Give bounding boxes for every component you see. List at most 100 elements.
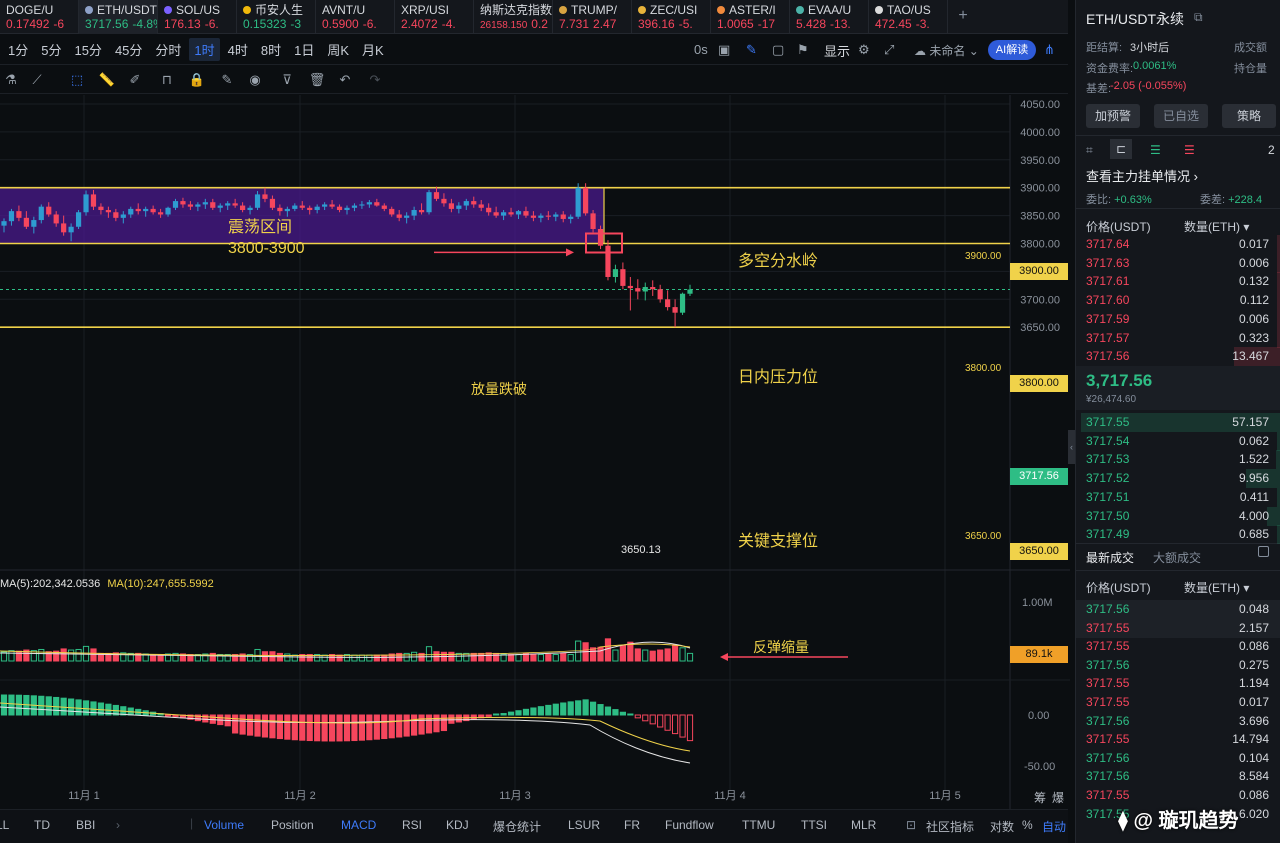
- indicator-kdj[interactable]: KDJ: [446, 818, 469, 832]
- brush-icon[interactable]: ✐: [126, 71, 144, 89]
- price-chart[interactable]: 4050.00 4000.00 3950.00 3900.00 3850.00 3800.…: [0, 95, 1070, 809]
- cursor-tool-icon[interactable]: ⬚: [68, 71, 86, 89]
- alert-button[interactable]: 加预警: [1086, 104, 1140, 128]
- trades-qty-header[interactable]: 数量(ETH) ▾: [1184, 579, 1249, 596]
- orderbook-row[interactable]: 3717.53 1.522: [1076, 450, 1280, 470]
- interval-10[interactable]: 月K: [357, 38, 389, 61]
- ruler-icon[interactable]: 📏: [98, 71, 116, 89]
- indicator-icon[interactable]: ⚗: [2, 71, 20, 89]
- ticker-tab[interactable]: ETH/USDT永续3717.56-4.8%: [79, 0, 158, 34]
- tab-big-trades[interactable]: 大额成交: [1153, 549, 1201, 566]
- interval-4[interactable]: 分时: [150, 38, 186, 61]
- ai-button[interactable]: AI解读: [988, 40, 1036, 60]
- indicator-rsi[interactable]: RSI: [402, 818, 422, 832]
- redo-icon[interactable]: ↷: [366, 71, 384, 89]
- indicator-macd[interactable]: MACD: [341, 818, 376, 832]
- ticker-tab[interactable]: 币安人生 0.15323 -3: [237, 0, 316, 34]
- indicator-percent[interactable]: %: [1022, 818, 1033, 832]
- filter-icon[interactable]: ⊽: [278, 71, 296, 89]
- ticker-tab[interactable]: TAO/US 472.45 -3.: [869, 0, 948, 34]
- orderbook-row[interactable]: 3717.61 0.132: [1076, 272, 1280, 292]
- indicator-fundflow[interactable]: Fundflow: [665, 818, 714, 832]
- interval-7[interactable]: 8时: [256, 38, 286, 61]
- ticker-tab[interactable]: 纳斯达克指数 26158.150 0.2: [474, 0, 553, 34]
- chip-label[interactable]: 筹: [1034, 789, 1046, 806]
- comment-icon[interactable]: ▢: [772, 42, 784, 58]
- orderbook-row[interactable]: 3717.59 0.006: [1076, 309, 1280, 329]
- orderbook-row[interactable]: 3717.51 0.411: [1076, 487, 1280, 507]
- line-tool-icon[interactable]: ⟋: [28, 71, 46, 89]
- indicator-ttsi[interactable]: TTSI: [801, 818, 827, 832]
- ticker-tab[interactable]: AVNT/U 0.5900 -6.: [316, 0, 395, 34]
- indicator-bbi[interactable]: BBI: [76, 818, 95, 832]
- fav-button[interactable]: 已自选: [1154, 104, 1208, 128]
- ticker-tab[interactable]: DOGE/U 0.17492 -6: [0, 0, 79, 34]
- indicator-td[interactable]: TD: [34, 818, 50, 832]
- orderbook-bids-icon[interactable]: ☰: [1150, 143, 1161, 157]
- magnet-icon[interactable]: ⊓: [158, 71, 176, 89]
- orderbook-row[interactable]: 3717.52 9.956: [1076, 469, 1280, 489]
- orderbook-row[interactable]: 3717.54 0.062: [1076, 431, 1280, 451]
- collapse-handle[interactable]: ‹: [1068, 430, 1075, 464]
- filter-checkbox[interactable]: [1258, 546, 1269, 557]
- ticker-tab[interactable]: TRUMP/7.731 2.47: [553, 0, 632, 34]
- undo-icon[interactable]: ↶: [336, 71, 354, 89]
- eye-icon[interactable]: ◉: [246, 71, 264, 89]
- indicator-fr[interactable]: FR: [624, 818, 640, 832]
- share-icon[interactable]: ⋔: [1044, 42, 1055, 58]
- indicator-ttmu[interactable]: TTMU: [742, 818, 775, 832]
- interval-6[interactable]: 4时: [223, 38, 253, 61]
- orderbook-row[interactable]: 3717.50 4.000: [1076, 506, 1280, 526]
- indicator-auto[interactable]: 自动: [1042, 818, 1066, 835]
- precision-select[interactable]: 2: [1268, 143, 1275, 157]
- ticker-tab[interactable]: EVAA/U 5.428 -13.: [790, 0, 869, 34]
- copy-icon[interactable]: ⧉: [1194, 10, 1203, 25]
- add-tab-icon[interactable]: +: [948, 0, 978, 34]
- interval-9[interactable]: 周K: [322, 38, 354, 61]
- indicator-lsur[interactable]: LSUR: [568, 818, 600, 832]
- display-menu[interactable]: 显示: [824, 41, 850, 60]
- flag-icon[interactable]: ⚑: [797, 42, 809, 58]
- orderbook-row[interactable]: 3717.60 0.112: [1076, 291, 1280, 311]
- strategy-button[interactable]: 策略: [1222, 104, 1276, 128]
- fullscreen-icon[interactable]: ⤢: [884, 42, 894, 58]
- liq-label[interactable]: 爆: [1052, 789, 1064, 806]
- camera-icon[interactable]: ▣: [718, 42, 730, 58]
- orderbook-row[interactable]: 3717.63 0.006: [1076, 253, 1280, 273]
- orderbook-row[interactable]: 3717.49 0.685: [1076, 525, 1280, 545]
- ticker-tab[interactable]: XRP/USI 2.4072 -4.: [395, 0, 474, 34]
- ticker-tab[interactable]: ZEC/USI 396.16 -5.: [632, 0, 711, 34]
- col-qty-header[interactable]: 数量(ETH) ▾: [1184, 218, 1249, 235]
- lock-icon[interactable]: 🔒: [188, 71, 206, 89]
- indicator-log[interactable]: 对数: [990, 818, 1014, 835]
- orderbook-row[interactable]: 3717.57 0.323: [1076, 328, 1280, 348]
- edit-icon[interactable]: ✎: [218, 71, 236, 89]
- pen-icon[interactable]: ✎: [746, 42, 757, 58]
- indicator-mlr[interactable]: MLR: [851, 818, 876, 832]
- layout-menu[interactable]: ☁ 未命名 ⌄: [914, 42, 979, 59]
- indicator-community[interactable]: 社区指标: [926, 818, 974, 835]
- orderbook-asks-icon[interactable]: ☰: [1184, 143, 1195, 157]
- orderbook-view-icon[interactable]: ⊏: [1110, 139, 1132, 159]
- more-indicators-icon[interactable]: ›: [116, 818, 120, 832]
- ticker-tab[interactable]: ASTER/I 1.0065 -17: [711, 0, 790, 34]
- interval-2[interactable]: 15分: [69, 38, 106, 61]
- trash-icon[interactable]: 🗑: [308, 71, 326, 89]
- ticker-tab[interactable]: SOL/US 176.13 -6.: [158, 0, 237, 34]
- indicator-liquidation[interactable]: 爆仓统计: [493, 818, 541, 835]
- indicator-position[interactable]: Position: [271, 818, 314, 832]
- orderbook-row[interactable]: 3717.55 57.157: [1076, 413, 1280, 432]
- interval-8[interactable]: 1日: [289, 38, 319, 61]
- orderbook-both-icon[interactable]: ⌗: [1086, 143, 1093, 158]
- interval-5[interactable]: 1时: [189, 38, 220, 61]
- indicator-volume[interactable]: Volume: [204, 818, 244, 832]
- timer-label[interactable]: 0s: [694, 42, 708, 57]
- orderbook-row[interactable]: 3717.56 13.467: [1076, 347, 1280, 367]
- settings-icon[interactable]: ⚙: [858, 42, 870, 58]
- indicator-ll[interactable]: LL: [0, 818, 9, 832]
- orderbook-row[interactable]: 3717.64 0.017: [1076, 235, 1280, 254]
- interval-1[interactable]: 5分: [36, 38, 66, 61]
- interval-0[interactable]: 1分: [3, 38, 33, 61]
- tab-latest-trades[interactable]: 最新成交: [1086, 549, 1134, 566]
- depth-link[interactable]: 查看主力挂单情况 ›: [1086, 166, 1198, 185]
